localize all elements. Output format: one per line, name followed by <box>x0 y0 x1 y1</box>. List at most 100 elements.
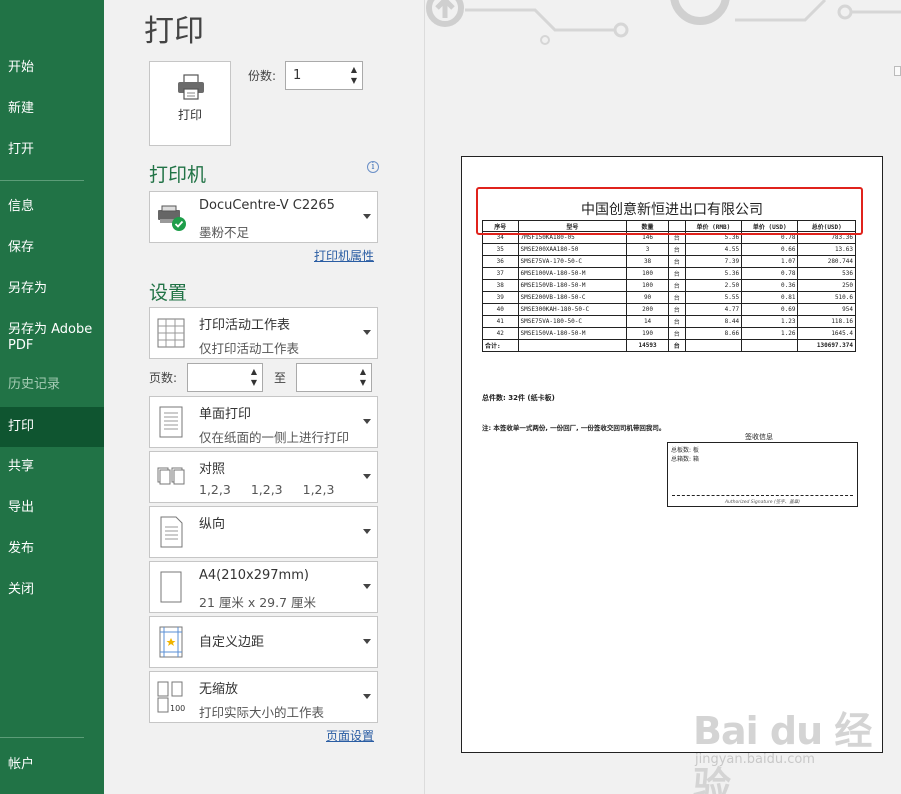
sides-dropdown[interactable]: 单面打印 仅在纸面的一侧上进行打印 <box>149 396 378 448</box>
sidebar-item-publish[interactable]: 发布 <box>0 531 104 567</box>
table-row: 40 SMSE300KAH-180-50-C 200 台 4.77 0.69 954 <box>482 303 856 316</box>
signature-line <box>672 495 853 496</box>
table-cell: 954 <box>797 303 856 316</box>
sidebar-item-save-as[interactable]: 另存为 <box>0 271 104 307</box>
table-row: 37 6MSE100VA-180-50-M 100 台 5.36 0.78 536 <box>482 267 856 280</box>
table-cell: 100 <box>626 267 669 280</box>
table-cell: 280.744 <box>797 255 856 268</box>
paper-size-icon <box>160 571 182 603</box>
table-cell: 1.26 <box>741 327 799 340</box>
total-label: 合计: <box>482 339 519 352</box>
sidebar-item-home[interactable]: 开始 <box>0 50 104 86</box>
sidebar-item-share[interactable]: 共享 <box>0 449 104 485</box>
orientation-dropdown[interactable]: 纵向 <box>149 506 378 558</box>
table-cell: 8.44 <box>684 315 743 328</box>
sidebar-item-open[interactable]: 打开 <box>0 132 104 168</box>
printer-dropdown[interactable]: DocuCentre-V C2265 墨粉不足 <box>149 191 378 243</box>
scaling-dropdown[interactable]: 100 无缩放 打印实际大小的工作表 <box>149 671 378 723</box>
scaling-desc: 打印实际大小的工作表 <box>199 705 325 720</box>
print-what-dropdown[interactable]: 打印活动工作表 仅打印活动工作表 <box>149 307 378 359</box>
settings-heading: 设置 <box>149 282 188 304</box>
printer-properties-link[interactable]: 打印机属性 <box>314 247 374 264</box>
table-cell: SMSE75VA-170-50-C <box>517 255 628 268</box>
margins-icon <box>159 626 183 658</box>
table-cell: 41 <box>482 315 519 328</box>
receipt-signature: Authorized Signature (签字、盖章) <box>724 500 801 505</box>
sidebar-item-save[interactable]: 保存 <box>0 230 104 266</box>
scaling-value: 无缩放 <box>199 682 239 697</box>
table-cell: 1.23 <box>741 315 799 328</box>
table-row: 39 SMSE200VB-180-50-C 90 台 5.55 0.81 510.6 <box>482 291 856 304</box>
table-cell: 100 <box>626 279 669 292</box>
svg-text:100: 100 <box>170 704 185 713</box>
pages-to-down-icon[interactable]: ▼ <box>357 377 369 389</box>
table-cell: 1.07 <box>741 255 799 268</box>
collate-icon <box>157 467 185 485</box>
highlight-box <box>476 187 863 235</box>
page-setup-link[interactable]: 页面设置 <box>326 727 374 744</box>
footnote: 注: 本签收单一式两份, 一份回厂, 一份签收交回司机带回我司。 <box>482 424 666 432</box>
table-cell: 510.6 <box>797 291 856 304</box>
table-cell: 536 <box>797 267 856 280</box>
margins-dropdown[interactable]: 自定义边距 <box>149 616 378 668</box>
pages-to-label: 至 <box>274 371 287 385</box>
pages-from-down-icon[interactable]: ▼ <box>248 377 260 389</box>
copies-down-icon[interactable]: ▼ <box>348 75 360 87</box>
scroll-up-button[interactable] <box>894 66 901 76</box>
copies-input[interactable]: 1 ▲ ▼ <box>285 61 363 90</box>
sidebar-item-print[interactable]: 打印 <box>0 407 104 447</box>
table-cell: 39 <box>482 291 519 304</box>
sides-value: 单面打印 <box>199 407 252 422</box>
table-cell: 台 <box>667 279 686 292</box>
sides-desc: 仅在纸面的一侧上进行打印 <box>199 430 350 445</box>
table-cell: 4.77 <box>684 303 743 316</box>
margins-value: 自定义边距 <box>199 635 265 650</box>
table-cell: SMSE200VB-180-50-C <box>517 291 628 304</box>
table-cell: 台 <box>667 291 686 304</box>
collate-value: 对照 <box>199 462 226 477</box>
paper-size-desc: 21 厘米 x 29.7 厘米 <box>199 595 317 610</box>
total-qty: 14593 <box>626 339 669 352</box>
table-cell: 0.36 <box>741 279 799 292</box>
table-cell: 0.66 <box>741 243 799 256</box>
pieces-note: 总件数: 32件 (纸卡板) <box>482 394 555 402</box>
sidebar-divider <box>0 737 84 738</box>
paper-size-dropdown[interactable]: A4(210x297mm) 21 厘米 x 29.7 厘米 <box>149 561 378 613</box>
chevron-down-icon <box>363 474 371 479</box>
table-cell: SMSE75VA-180-50-C <box>517 315 628 328</box>
table-cell: 40 <box>482 303 519 316</box>
table-cell: 190 <box>626 327 669 340</box>
sidebar-item-close[interactable]: 关闭 <box>0 572 104 608</box>
receipt-line-1: 总板数: 板 <box>671 447 699 454</box>
watermark-logo: Bai du 经验 <box>693 709 872 794</box>
sidebar-item-account[interactable]: 帐户 <box>0 747 104 783</box>
paper-size-value: A4(210x297mm) <box>199 568 309 583</box>
printer-name: DocuCentre-V C2265 <box>199 198 335 213</box>
receipt-line-2: 总箱数: 箱 <box>671 456 699 463</box>
collate-dropdown[interactable]: 对照 1,2,3 1,2,3 1,2,3 <box>149 451 378 503</box>
sidebar-item-new[interactable]: 新建 <box>0 91 104 127</box>
sidebar-item-history[interactable]: 历史记录 <box>0 367 104 403</box>
no-scaling-icon: 100 <box>157 681 185 713</box>
page-title: 打印 <box>144 14 204 49</box>
chevron-down-icon <box>363 639 371 644</box>
total-empty <box>741 339 799 352</box>
chevron-down-icon <box>363 584 371 589</box>
printer-ready-icon <box>158 205 186 231</box>
sheet-grid-icon <box>157 318 185 348</box>
table-total-row: 合计: 14593 台 130697.374 <box>482 339 856 352</box>
pages-to-input[interactable]: ▲ ▼ <box>296 363 372 392</box>
table-cell: 200 <box>626 303 669 316</box>
sidebar-item-info[interactable]: 信息 <box>0 189 104 225</box>
print-button[interactable]: 打印 <box>149 61 231 146</box>
preview-page: 中国创意新恒进出口有限公司 序号 型号 数量 单价 (RMB) 单价 (USD)… <box>461 156 883 753</box>
one-sided-icon <box>159 406 183 438</box>
table-cell: 4.55 <box>684 243 743 256</box>
printer-icon <box>178 74 204 100</box>
sidebar-item-export[interactable]: 导出 <box>0 490 104 526</box>
sidebar-item-save-as-pdf[interactable]: 另存为 Adobe PDF <box>0 320 96 356</box>
pages-from-input[interactable]: ▲ ▼ <box>187 363 263 392</box>
orientation-value: 纵向 <box>199 517 226 532</box>
table-row: 42 SMSE150VA-180-50-M 190 台 8.66 1.26 1645.4 <box>482 327 856 340</box>
info-icon[interactable]: i <box>367 161 379 173</box>
